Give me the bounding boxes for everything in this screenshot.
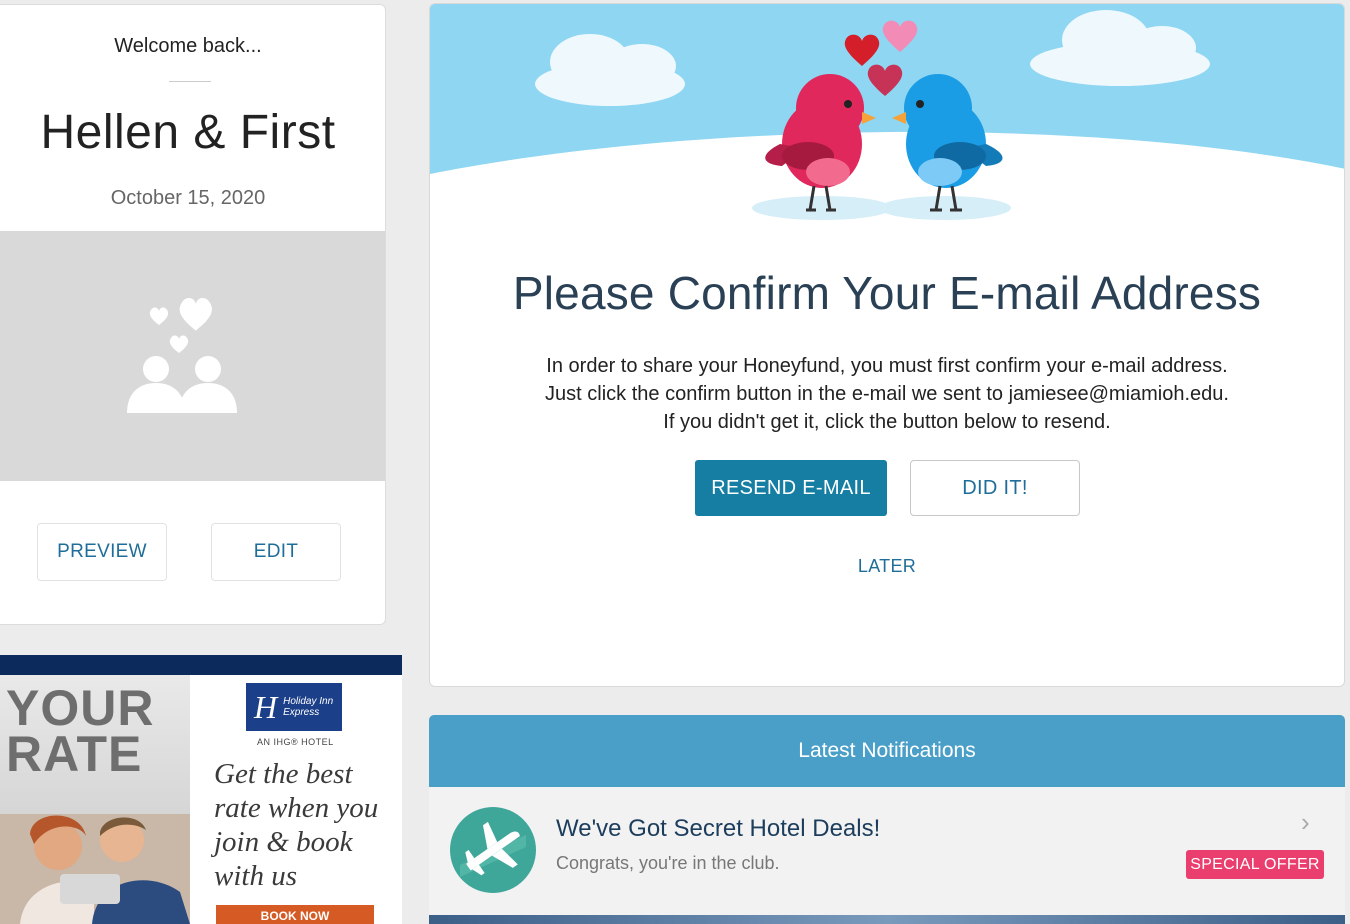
ad-headline: YOUR RATE [6, 680, 155, 782]
event-date: October 15, 2020 [110, 187, 266, 209]
next-notification-image [429, 915, 1345, 924]
edit-button[interactable]: EDIT [211, 523, 341, 581]
chevron-right-icon[interactable]: › [1301, 807, 1310, 838]
notification-subtitle: Congrats, you're in the club. [556, 853, 780, 873]
welcome-text: Welcome back... [114, 35, 262, 57]
airplane-icon [450, 807, 536, 893]
ad-tagline: Get the best rate when you join & book w… [214, 758, 379, 892]
lovebirds-illustration [430, 4, 1344, 234]
confirm-email-panel: Please Confirm Your E-mail Address In or… [429, 3, 1345, 687]
profile-photo-placeholder[interactable] [0, 231, 385, 481]
preview-button[interactable]: PREVIEW [37, 523, 167, 581]
holiday-inn-logo: H Holiday Inn Express [246, 683, 342, 731]
confirm-title: Please Confirm Your E-mail Address [512, 267, 1262, 319]
title-divider [169, 81, 211, 82]
hotel-ad-banner[interactable]: YOUR RATE H Holiday Inn Express AN IHG® … [0, 655, 402, 924]
logo-letter: H [254, 688, 278, 725]
confirm-message: In order to share your Honeyfund, you mu… [430, 352, 1344, 436]
notifications-header: Latest Notifications [429, 715, 1345, 787]
later-link[interactable]: LATER [430, 556, 1344, 577]
ad-couple-image [0, 814, 190, 924]
confirm-message-line-1: In order to share your Honeyfund, you mu… [546, 355, 1228, 377]
confirm-message-line-2: Just click the confirm button in the e-m… [545, 383, 1229, 405]
couple-name: Hellen & First [40, 106, 336, 159]
notification-title: We've Got Secret Hotel Deals! [556, 815, 881, 842]
couple-hearts-icon [127, 297, 237, 413]
notification-item[interactable]: We've Got Secret Hotel Deals! Congrats, … [429, 787, 1345, 915]
ad-photo: YOUR RATE [0, 675, 190, 924]
profile-card: Welcome back... Hellen & First October 1… [0, 4, 386, 625]
special-offer-badge: SPECIAL OFFER [1186, 850, 1324, 879]
logo-subtext: Holiday Inn Express [283, 696, 334, 718]
ad-book-now-button[interactable]: BOOK NOW [216, 905, 374, 924]
did-it-button[interactable]: DID IT! [910, 460, 1080, 516]
ad-ihg-line: AN IHG® HOTEL [257, 737, 334, 747]
resend-email-button[interactable]: RESEND E-MAIL [695, 460, 887, 516]
confirm-message-line-3: If you didn't get it, click the button b… [663, 411, 1111, 433]
